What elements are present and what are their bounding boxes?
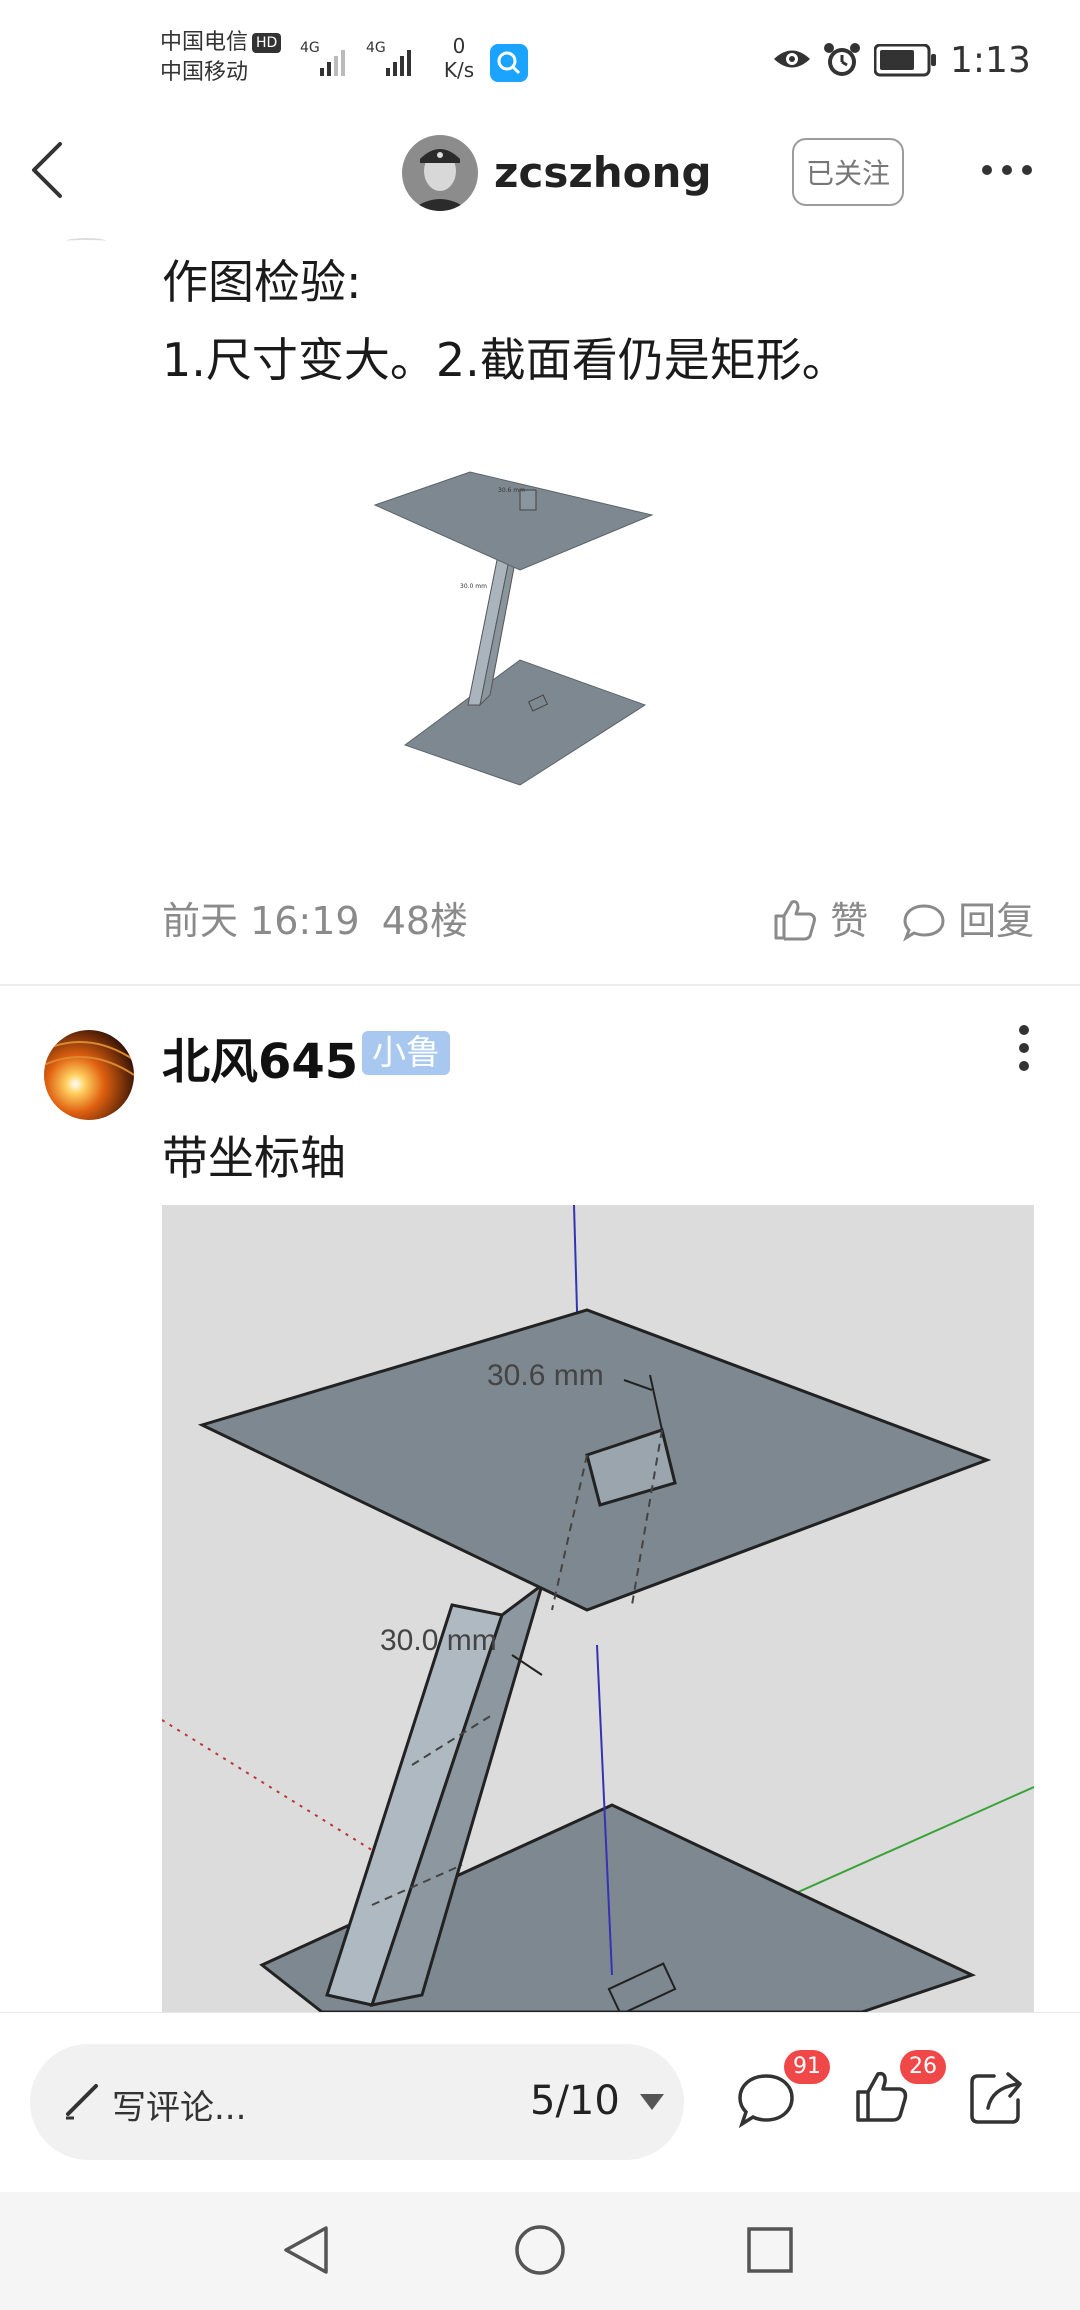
follow-button[interactable]: 已关注 bbox=[792, 138, 904, 206]
share-icon bbox=[970, 2072, 1022, 2124]
author-avatar[interactable] bbox=[402, 135, 478, 211]
like-button[interactable] bbox=[854, 2068, 910, 2130]
comments-button[interactable] bbox=[736, 2070, 796, 2132]
post-divider bbox=[0, 984, 1080, 986]
post2-image-label-side: 30.0 mm bbox=[380, 1624, 497, 1657]
post1-reply-label: 回复 bbox=[958, 899, 1035, 943]
previous-avatar-edge bbox=[66, 238, 106, 244]
carrier-2: 中国移动 bbox=[160, 60, 249, 85]
more-options-button[interactable] bbox=[980, 160, 1034, 180]
clock-time: 1:13 bbox=[950, 40, 1031, 81]
post1-floor: 48楼 bbox=[381, 899, 469, 943]
carrier-block: 中国电信 HD 中国移动 bbox=[160, 28, 282, 88]
eye-icon bbox=[772, 44, 812, 78]
post1-like-label: 赞 bbox=[830, 899, 869, 943]
page-indicator[interactable]: 5/10 bbox=[530, 2078, 620, 2124]
thumbs-up-icon bbox=[774, 900, 816, 941]
post1-image-label-top: 30.6 mm bbox=[498, 487, 525, 494]
post2-text: 带坐标轴 bbox=[162, 1131, 346, 1185]
post1-image[interactable]: 30.6 mm 30.0 mm bbox=[370, 460, 660, 790]
post2-username[interactable]: 北风645 bbox=[162, 1022, 358, 1092]
post1-meta: 前天 16:19 48楼 bbox=[162, 890, 468, 945]
more-horizontal-icon bbox=[982, 165, 1032, 175]
chevron-left-icon bbox=[32, 142, 62, 198]
carrier-1: 中国电信 bbox=[160, 30, 249, 55]
pencil-icon bbox=[62, 2080, 102, 2124]
post2-more-button[interactable] bbox=[1014, 1024, 1034, 1074]
post1-line-2: 1.尺寸变大。2.截面看仍是矩形。 bbox=[162, 333, 848, 387]
nav-home-button[interactable] bbox=[514, 2224, 566, 2280]
post2-image-label-top: 30.6 mm bbox=[487, 1359, 604, 1392]
system-nav-bar bbox=[0, 2192, 1080, 2310]
user-level-badge: 小鲁 bbox=[362, 1031, 450, 1075]
speech-bubble-icon bbox=[903, 904, 945, 942]
post1-image-label-side: 30.0 mm bbox=[460, 583, 487, 590]
post1-like-button[interactable]: 赞 bbox=[772, 890, 868, 945]
triangle-back-icon bbox=[284, 2226, 328, 2274]
more-vertical-icon bbox=[1019, 1025, 1029, 1071]
like-count-badge: 26 bbox=[900, 2050, 946, 2084]
post1-time: 前天 16:19 bbox=[162, 899, 360, 943]
battery-icon bbox=[873, 43, 938, 82]
page-dropdown-icon[interactable] bbox=[640, 2094, 664, 2110]
search-app-icon bbox=[490, 44, 528, 82]
share-button[interactable] bbox=[968, 2068, 1026, 2130]
post1-line-1: 作图检验: bbox=[162, 255, 362, 309]
back-button[interactable] bbox=[28, 140, 68, 200]
nav-recents-button[interactable] bbox=[746, 2226, 794, 2278]
thumbs-up-icon bbox=[856, 2071, 908, 2122]
comment-placeholder[interactable]: 写评论... bbox=[112, 2080, 246, 2129]
status-bar: 中国电信 HD 中国移动 4G 4G 0 K/s 1:13 bbox=[0, 0, 1080, 120]
hd-badge: HD bbox=[252, 33, 282, 53]
comment-bubble-icon bbox=[738, 2074, 794, 2129]
author-username[interactable]: zcszhong bbox=[494, 148, 712, 197]
post2-image[interactable]: 30.6 mm 30.0 mm bbox=[162, 1205, 1034, 2012]
alarm-icon bbox=[822, 40, 862, 84]
net-speed: 0 K/s bbox=[443, 34, 475, 82]
post2-avatar[interactable] bbox=[44, 1030, 134, 1120]
nav-back-button[interactable] bbox=[280, 2222, 332, 2282]
square-recents-icon bbox=[747, 2227, 793, 2273]
circle-home-icon bbox=[515, 2225, 565, 2275]
comment-count-badge: 91 bbox=[784, 2050, 830, 2084]
post1-reply-button[interactable]: 回复 bbox=[902, 890, 1034, 945]
